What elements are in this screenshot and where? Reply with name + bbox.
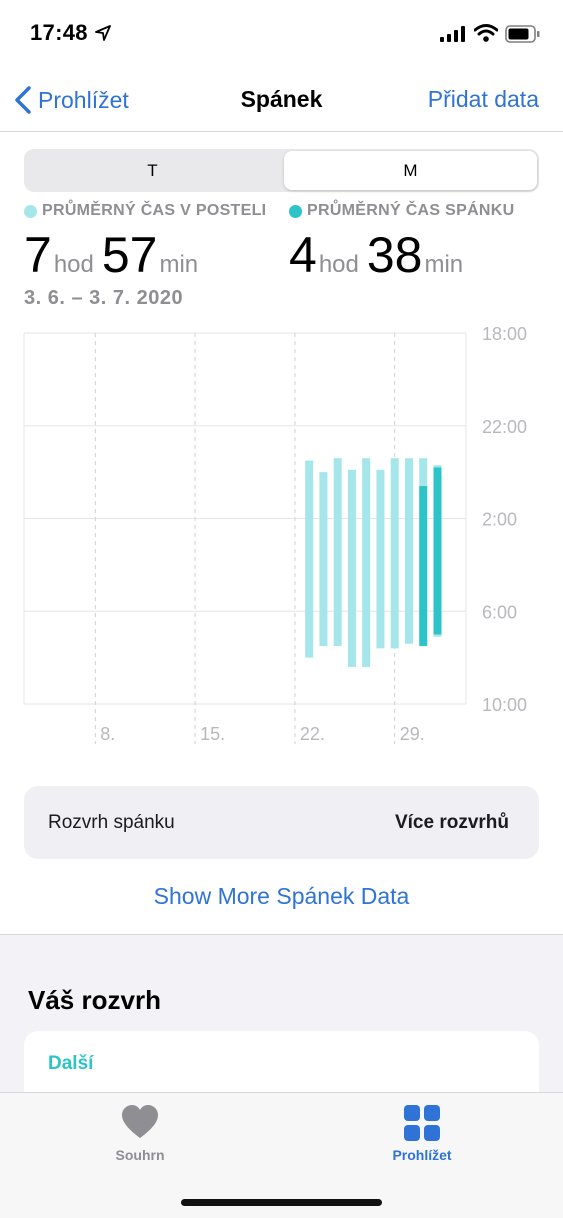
in-bed-minutes-unit: min — [159, 251, 199, 278]
asleep-legend-dot — [289, 204, 302, 218]
y-tick-label: 22:00 — [482, 417, 527, 437]
sleep-chart[interactable]: 18:00 22:00 2:00 6:00 10:00 8. 15. 22. 29. — [0, 320, 563, 750]
tab-summary[interactable]: Souhrn — [70, 1103, 210, 1163]
date-range: 3. 6. – 3. 7. 2020 — [24, 287, 184, 309]
in-bed-bar — [319, 472, 328, 647]
segment-week[interactable]: T — [26, 151, 279, 190]
tab-summary-label: Souhrn — [115, 1147, 165, 1163]
asleep-bar — [419, 486, 428, 647]
location-arrow-icon — [95, 25, 111, 41]
stat-in-bed-label: PRŮMĚRNÝ ČAS V POSTELI — [42, 202, 267, 219]
x-tick-label: 29. — [400, 724, 425, 744]
in-bed-bar — [362, 458, 371, 667]
in-bed-hours: 7 — [24, 227, 52, 283]
period-segmented-control: T M — [24, 149, 539, 192]
x-tick-label: 22. — [300, 724, 325, 744]
asleep-hours: 4 — [289, 227, 317, 283]
sleep-chart-svg: 18:00 22:00 2:00 6:00 10:00 8. 15. 22. 29. — [23, 324, 527, 744]
grid-icon — [404, 1105, 440, 1141]
y-tick-label: 18:00 — [482, 324, 527, 344]
stat-time-in-bed: PRŮMĚRNÝ ČAS V POSTELI 7hod 57min — [24, 202, 266, 284]
more-schedules-button[interactable]: Více rozvrhů — [395, 812, 509, 834]
y-tick-label: 10:00 — [482, 695, 527, 715]
in-bed-bar — [404, 458, 413, 644]
next-schedule-label: Další — [48, 1053, 94, 1074]
in-bed-bar — [305, 460, 314, 658]
segment-month[interactable]: M — [284, 151, 537, 190]
stat-time-asleep: PRŮMĚRNÝ ČAS SPÁNKU 4hod 38min — [289, 202, 515, 284]
show-more-sleep-data-link[interactable]: Show More Spánek Data — [0, 883, 563, 910]
sleep-schedule-label: Rozvrh spánku — [48, 812, 175, 833]
in-bed-bar — [376, 469, 385, 649]
sleep-schedule-row[interactable]: Rozvrh spánku Více rozvrhů — [24, 786, 539, 859]
tab-browse[interactable]: Prohlížet — [352, 1103, 492, 1163]
stat-asleep-label: PRŮMĚRNÝ ČAS SPÁNKU — [307, 202, 515, 219]
y-tick-label: 2:00 — [482, 510, 517, 530]
cellular-signal-icon — [440, 26, 465, 42]
wifi-icon — [474, 24, 498, 42]
status-time: 17:48 — [30, 20, 88, 45]
navigation-bar: Prohlížet Spánek Přidat data — [0, 70, 563, 132]
heart-icon — [122, 1105, 158, 1138]
asleep-bar — [433, 467, 442, 635]
home-indicator — [181, 1199, 382, 1206]
your-schedule-title: Váš rozvrh — [28, 985, 161, 1015]
in-bed-hours-unit: hod — [53, 251, 94, 278]
y-tick-label: 6:00 — [482, 602, 517, 622]
x-tick-label: 15. — [200, 724, 225, 744]
in-bed-minutes: 57 — [101, 227, 158, 283]
asleep-hours-unit: hod — [318, 251, 359, 278]
in-bed-bar — [333, 458, 342, 647]
asleep-minutes: 38 — [366, 227, 423, 283]
in-bed-bar — [347, 469, 356, 667]
in-bed-bar — [390, 458, 399, 649]
status-bar: 17:48 — [0, 0, 563, 70]
add-data-button[interactable]: Přidat data — [428, 86, 539, 113]
x-tick-label: 8. — [100, 724, 115, 744]
tab-browse-label: Prohlížet — [392, 1147, 452, 1163]
battery-icon — [505, 25, 540, 43]
in-bed-legend-dot — [24, 204, 37, 218]
asleep-minutes-unit: min — [424, 251, 464, 278]
